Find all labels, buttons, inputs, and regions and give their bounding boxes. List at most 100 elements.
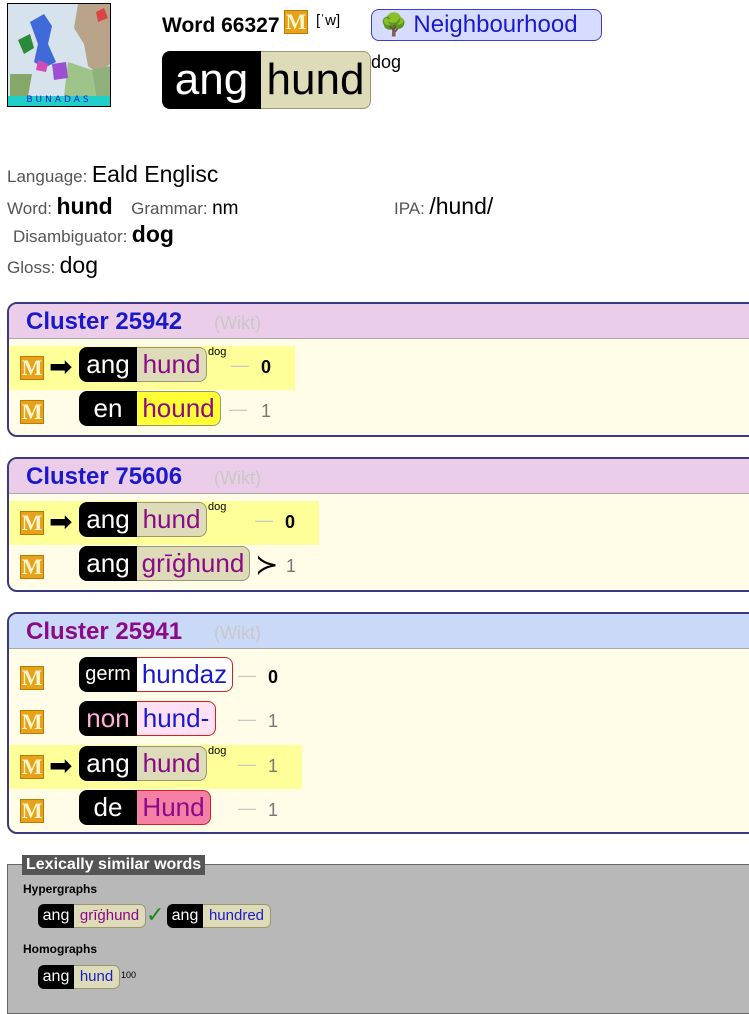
word-gloss: dog [208, 501, 227, 513]
relation-dash: — [238, 665, 256, 685]
homographs-label: Homographs [23, 942, 98, 956]
lexically-similar-title: Lexically similar words [22, 855, 206, 875]
word-chip[interactable]: hund- [137, 701, 216, 736]
lang-chip: de [79, 790, 137, 825]
gloss-line: Gloss: dog [7, 252, 98, 279]
word-chip[interactable]: grīġhund [137, 546, 250, 581]
wikt-link[interactable]: (Wikt) [214, 623, 261, 644]
cluster-row: M en hound — 1 [9, 390, 295, 434]
m-icon[interactable]: M [20, 400, 44, 424]
disambiguator-label: Disambiguator: [13, 227, 128, 246]
m-icon[interactable]: M [20, 755, 44, 779]
m-icon[interactable]: M [20, 555, 44, 579]
headword: hund [261, 51, 371, 109]
gloss-label: Gloss: [7, 258, 56, 277]
language-label: Language: [7, 167, 88, 186]
cluster-card: Cluster 25942 (Wikt) M ➡ ang hund dog — … [7, 302, 749, 437]
lexically-similar-panel [7, 864, 749, 1014]
cluster-row: M ➡ ang hund dog — 0 [9, 501, 319, 545]
word-chip[interactable]: Hund [137, 790, 211, 825]
hypergraph-word[interactable]: grīġhund [74, 904, 146, 928]
distance-value: 1 [268, 756, 279, 776]
relation-dash: — [229, 399, 247, 419]
current-word-arrow-icon: ➡ [49, 506, 73, 537]
cluster-row: M de Hund — 1 [9, 789, 302, 832]
lang-chip: ang [38, 904, 74, 928]
cluster-card: Cluster 75606 (Wikt) M ➡ ang hund dog — … [7, 457, 749, 592]
lang-chip: non [79, 701, 137, 736]
header-ipa: [ˈw] [316, 12, 341, 29]
lang-chip: ang [38, 965, 74, 989]
distance-value: 0 [285, 512, 296, 532]
gloss-value: dog [59, 252, 99, 278]
relation-dash: — [238, 754, 256, 774]
word-chip[interactable]: hund [137, 746, 207, 781]
hypergraphs-label: Hypergraphs [23, 882, 98, 896]
neighbourhood-button[interactable]: 🌳 Neighbourhood [371, 9, 602, 41]
word-gloss: dog [208, 346, 227, 358]
cluster-title[interactable]: Cluster 75606 [26, 463, 182, 491]
distance-value: 1 [268, 711, 279, 731]
word-chip[interactable]: hund [137, 347, 207, 382]
disambiguator-line: Disambiguator: dog [13, 221, 174, 248]
language-value: Eald Englisc [91, 161, 219, 187]
cluster-row: M non hund- — 1 [9, 700, 302, 744]
neighbourhood-label: Neighbourhood [413, 11, 578, 38]
wikt-link[interactable]: (Wikt) [214, 468, 261, 489]
lang-chip: en [79, 391, 137, 426]
relation-succeeds-icon: ≻ [255, 549, 279, 580]
cluster-row: M ➡ ang hund dog — 1 [9, 745, 302, 789]
lang-chip: germ [79, 657, 137, 692]
m-icon[interactable]: M [284, 10, 308, 34]
relation-dash: — [255, 510, 273, 530]
grammar-label: Grammar: [131, 199, 208, 218]
wikt-link[interactable]: (Wikt) [214, 313, 261, 334]
ipa-line: IPA: /hund/ [394, 193, 493, 220]
word-chip[interactable]: hundaz [137, 657, 233, 692]
distance-value: 1 [261, 401, 272, 421]
cluster-row: M ang grīġhund ≻ 1 [9, 545, 319, 589]
m-icon[interactable]: M [20, 666, 44, 690]
distance-value: 0 [261, 357, 272, 377]
lang-chip: ang [167, 904, 203, 928]
headword-lang: ang [162, 51, 261, 109]
distance-value: 1 [268, 800, 279, 820]
word-chip[interactable]: hund [137, 502, 207, 537]
logo-text: BUNADAS [26, 95, 92, 105]
cluster-header: Cluster 25942 (Wikt) [9, 304, 749, 339]
lang-chip: ang [79, 502, 137, 537]
cluster-header: Cluster 75606 (Wikt) [9, 459, 749, 494]
m-icon[interactable]: M [20, 799, 44, 823]
word-label: Word: [7, 199, 53, 218]
cluster-card: Cluster 25941 (Wikt) M germ hundaz — 0 M… [7, 612, 749, 834]
current-word-arrow-icon: ➡ [49, 750, 73, 781]
bunadas-logo[interactable]: BUNADAS [7, 3, 111, 107]
check-icon: ✓ [146, 902, 165, 927]
ipa-value: /hund/ [429, 193, 494, 219]
word-chip[interactable]: hound [137, 391, 221, 426]
hypergraph-word[interactable]: hundred [203, 904, 271, 928]
distance-value: 0 [268, 667, 279, 687]
m-icon[interactable]: M [20, 511, 44, 535]
cluster-title[interactable]: Cluster 25942 [26, 308, 182, 336]
m-icon[interactable]: M [20, 710, 44, 734]
cluster-title[interactable]: Cluster 25941 [26, 618, 182, 646]
cluster-header: Cluster 25941 (Wikt) [9, 614, 749, 649]
relation-dash: — [238, 798, 256, 818]
homograph-word[interactable]: hund [74, 965, 120, 989]
m-icon[interactable]: M [20, 356, 44, 380]
relation-dash: — [238, 709, 256, 729]
language-line: Language: Eald Englisc [7, 161, 218, 188]
word-line: Word: hund Grammar: nm [7, 193, 239, 220]
grammar-value: nm [212, 198, 239, 219]
word-value: hund [56, 193, 113, 219]
word-gloss: dog [208, 745, 227, 757]
cluster-row: M germ hundaz — 0 [9, 656, 302, 700]
lang-chip: ang [79, 546, 137, 581]
distance-value: 1 [286, 556, 297, 576]
word-title: Word 66327 [162, 14, 280, 37]
current-word-arrow-icon: ➡ [49, 351, 73, 382]
lang-chip: ang [79, 347, 137, 382]
homograph-sup: 100 [121, 970, 137, 980]
headword-gloss: dog [371, 52, 402, 72]
